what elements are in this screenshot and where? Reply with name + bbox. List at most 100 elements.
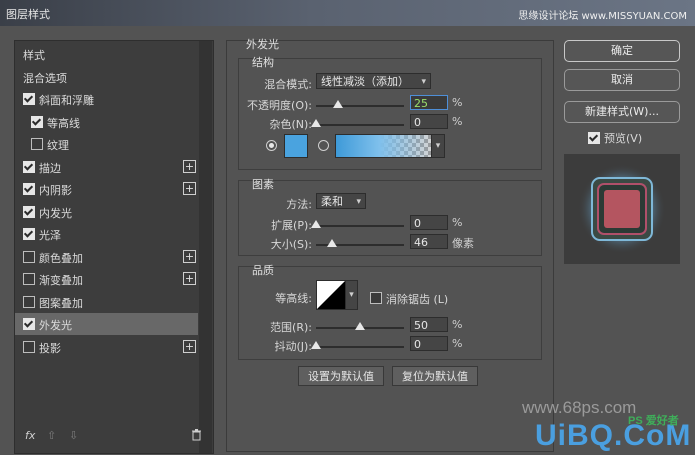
- blend-mode-value: 线性减淡（添加）: [321, 75, 409, 88]
- range-unit: %: [452, 318, 463, 331]
- technique-select[interactable]: 柔和 ▾: [316, 193, 366, 209]
- contour-dropdown-chevron-icon[interactable]: ▾: [345, 280, 358, 310]
- solid-color-radio[interactable]: [266, 140, 277, 151]
- contour-preview[interactable]: [316, 280, 346, 310]
- title-bar: 图层样式 思缘设计论坛 www.MISSYUAN.COM: [0, 0, 695, 26]
- move-up-icon[interactable]: ⇧: [47, 429, 56, 442]
- style-item-checkbox[interactable]: [23, 93, 35, 105]
- style-item[interactable]: 等高线: [15, 111, 198, 133]
- opacity-unit: %: [452, 96, 463, 109]
- gradient-dropdown-chevron-icon[interactable]: ▾: [431, 134, 445, 158]
- opacity-label: 不透明度(O):: [247, 99, 312, 112]
- style-item-label: 混合选项: [23, 71, 67, 85]
- preview-checkbox[interactable]: [588, 132, 600, 144]
- chevron-down-icon: ▾: [356, 197, 361, 207]
- new-style-button[interactable]: 新建样式(W)...: [564, 101, 680, 123]
- style-item-label: 描边: [39, 161, 61, 175]
- ok-button[interactable]: 确定: [564, 40, 680, 62]
- size-input[interactable]: 46: [410, 234, 448, 249]
- style-item-checkbox[interactable]: [23, 318, 35, 330]
- style-item-label: 斜面和浮雕: [39, 94, 94, 107]
- preview-thumbnail: [578, 164, 666, 254]
- preview-label: 预览(V): [604, 132, 643, 145]
- jitter-input[interactable]: 0: [410, 336, 448, 351]
- style-item-checkbox[interactable]: [23, 205, 35, 218]
- cancel-button[interactable]: 取消: [564, 69, 680, 91]
- style-item[interactable]: 投影 +: [15, 336, 198, 358]
- style-item[interactable]: 渐变叠加 +: [15, 268, 198, 290]
- jitter-slider-thumb[interactable]: [311, 341, 321, 349]
- size-slider[interactable]: [316, 239, 404, 247]
- style-item[interactable]: 光泽: [15, 223, 198, 245]
- reset-default-button[interactable]: 复位为默认值: [392, 366, 478, 386]
- add-instance-icon[interactable]: +: [183, 249, 196, 263]
- watermark-ps-badge: PS 爱好者: [628, 415, 679, 427]
- style-item-label: 外发光: [39, 319, 72, 332]
- style-item[interactable]: 斜面和浮雕: [15, 88, 198, 110]
- add-instance-icon[interactable]: +: [183, 339, 196, 353]
- move-down-icon[interactable]: ⇩: [69, 429, 78, 442]
- style-item-label: 图案叠加: [39, 296, 83, 310]
- window-title: 图层样式: [6, 8, 50, 21]
- fx-icon[interactable]: fx: [25, 429, 35, 442]
- add-instance-icon[interactable]: +: [183, 159, 196, 173]
- add-instance-icon[interactable]: +: [183, 182, 196, 195]
- style-item-checkbox[interactable]: [23, 228, 35, 240]
- style-item-checkbox[interactable]: [23, 183, 35, 195]
- style-item-checkbox[interactable]: [23, 340, 35, 353]
- style-item-checkbox[interactable]: [23, 160, 35, 173]
- spread-input[interactable]: 0: [410, 215, 448, 230]
- noise-input[interactable]: 0: [410, 114, 448, 129]
- gradient-picker[interactable]: [335, 134, 433, 158]
- style-item[interactable]: 内发光: [15, 201, 198, 223]
- style-item[interactable]: 混合选项: [15, 66, 198, 88]
- style-item-checkbox[interactable]: [23, 250, 35, 263]
- spread-slider-thumb[interactable]: [311, 220, 321, 228]
- style-item-checkbox[interactable]: [23, 273, 35, 285]
- style-item[interactable]: 纹理: [15, 133, 198, 155]
- trash-icon[interactable]: [191, 429, 202, 444]
- style-item-label: 投影: [39, 341, 61, 355]
- add-instance-icon[interactable]: +: [183, 272, 196, 285]
- quality-title: 品质: [252, 264, 274, 277]
- noise-unit: %: [452, 115, 463, 128]
- jitter-label: 抖动(J):: [274, 340, 312, 353]
- style-item-label: 光泽: [39, 229, 61, 242]
- opacity-slider[interactable]: [316, 100, 404, 108]
- range-slider[interactable]: [316, 322, 404, 330]
- style-item[interactable]: 颜色叠加 +: [15, 246, 198, 268]
- noise-slider-thumb[interactable]: [311, 119, 321, 127]
- style-item[interactable]: 图案叠加: [15, 291, 198, 313]
- style-item-label: 等高线: [47, 116, 80, 130]
- blend-mode-label: 混合模式:: [264, 78, 312, 91]
- make-default-button[interactable]: 设置为默认值: [298, 366, 384, 386]
- range-input[interactable]: 50: [410, 317, 448, 332]
- style-item-label: 颜色叠加: [39, 251, 83, 265]
- jitter-slider[interactable]: [311, 341, 404, 349]
- layer-style-dialog: 样式 混合选项 斜面和浮雕 等高线 纹理 描边 + 内阴影 + 内发光 光泽 颜色叠加 + 渐变叠加 + 图案…: [0, 26, 695, 455]
- style-item[interactable]: 样式: [15, 43, 198, 65]
- spread-slider[interactable]: [311, 220, 404, 228]
- gradient-radio[interactable]: [318, 140, 329, 151]
- style-item-label: 纹理: [47, 139, 69, 152]
- style-item-checkbox[interactable]: [31, 138, 43, 150]
- style-item-label: 内发光: [39, 206, 72, 220]
- styles-list-footer: fx ⇧ ⇩: [15, 421, 213, 451]
- styles-list: 样式 混合选项 斜面和浮雕 等高线 纹理 描边 + 内阴影 + 内发光 光泽 颜色叠加 + 渐变叠加 + 图案…: [14, 40, 214, 454]
- range-slider-thumb[interactable]: [355, 322, 365, 330]
- spread-unit: %: [452, 216, 463, 229]
- glow-color-swatch[interactable]: [284, 134, 308, 158]
- style-item[interactable]: 描边 +: [15, 156, 198, 178]
- style-item[interactable]: 外发光: [15, 313, 198, 335]
- blend-mode-select[interactable]: 线性减淡（添加） ▾: [316, 73, 431, 89]
- antialias-checkbox[interactable]: [370, 292, 382, 304]
- style-item[interactable]: 内阴影 +: [15, 178, 198, 200]
- opacity-slider-thumb[interactable]: [333, 100, 343, 108]
- style-item-checkbox[interactable]: [23, 295, 35, 308]
- styles-list-scrollbar[interactable]: [199, 41, 212, 453]
- noise-slider[interactable]: [311, 119, 404, 127]
- technique-label: 方法:: [286, 198, 312, 211]
- style-item-checkbox[interactable]: [31, 115, 43, 128]
- opacity-input[interactable]: 25: [410, 95, 448, 110]
- size-slider-thumb[interactable]: [326, 239, 337, 247]
